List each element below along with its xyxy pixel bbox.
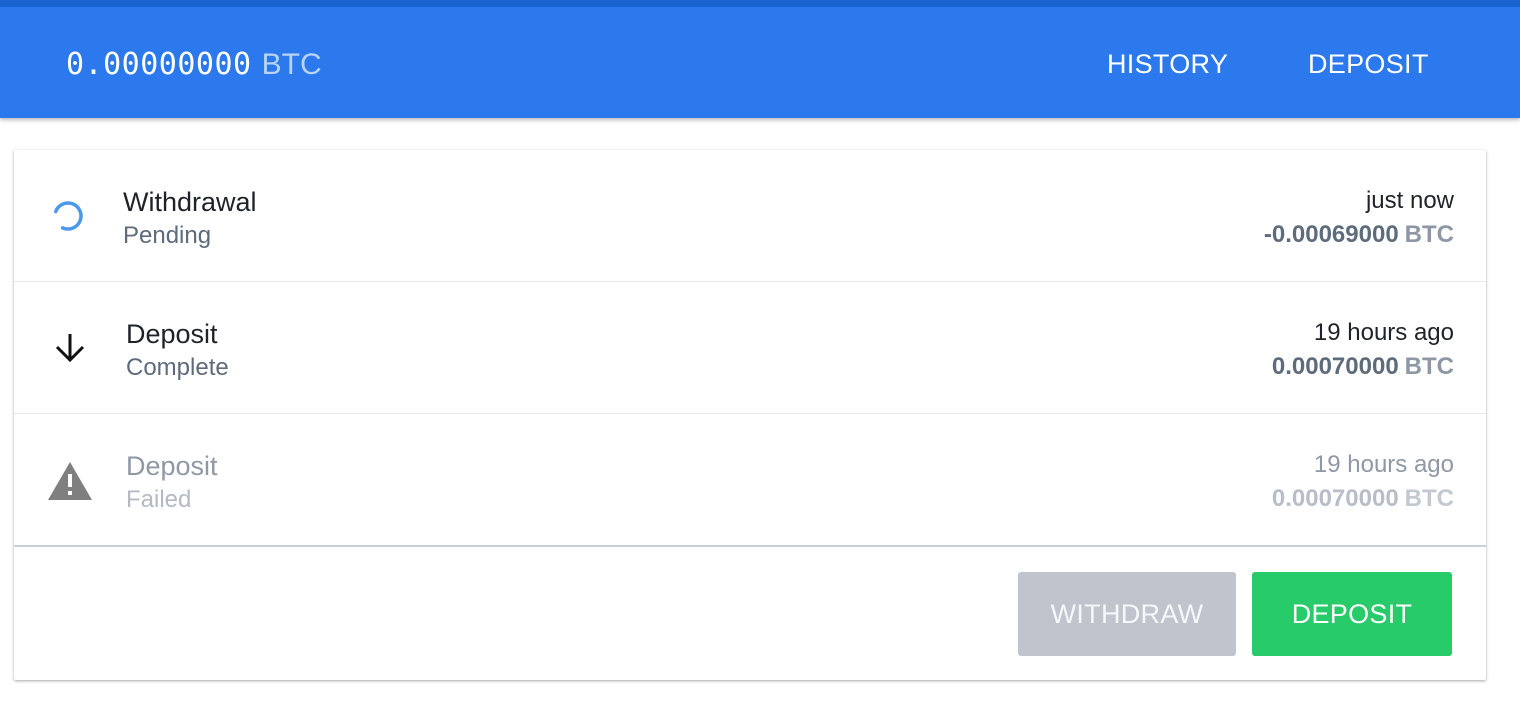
amount-value: 0.00070000 xyxy=(1271,485,1399,512)
amount-unit: BTC xyxy=(1404,485,1454,512)
transaction-time: 19 hours ago xyxy=(1313,451,1454,478)
withdraw-button[interactable]: WITHDRAW xyxy=(1018,572,1236,656)
transaction-row[interactable]: Deposit Complete 19 hours ago 0.00070000… xyxy=(14,282,1486,414)
transaction-row[interactable]: Deposit Failed 19 hours ago 0.00070000 BT… xyxy=(14,414,1486,547)
transaction-type: Withdrawal xyxy=(123,187,257,217)
transaction-type: Deposit xyxy=(126,451,218,481)
card-actions: WITHDRAW DEPOSIT xyxy=(14,547,1486,680)
warning-icon xyxy=(48,458,92,502)
transaction-amount: 0.00070000 BTC xyxy=(1272,484,1454,514)
transaction-time: 19 hours ago xyxy=(1313,319,1454,346)
wallet-balance: 0.00000000 BTC xyxy=(66,45,322,85)
transaction-row[interactable]: Withdrawal Pending just now -0.00069000 B… xyxy=(14,150,1486,282)
arrow-down-icon xyxy=(48,326,92,370)
nav-deposit-link[interactable]: DEPOSIT xyxy=(1308,47,1429,81)
balance-amount: 0.00000000 xyxy=(66,47,252,82)
top-app-bar: 0.00000000 BTC HISTORY DEPOSIT xyxy=(0,0,1520,118)
amount-value: 0.00070000 xyxy=(1271,353,1399,380)
amount-unit: BTC xyxy=(1404,353,1454,380)
transaction-status: Complete xyxy=(126,354,229,381)
amount-unit: BTC xyxy=(1404,221,1454,248)
transaction-status: Failed xyxy=(126,486,192,513)
transaction-status: Pending xyxy=(123,222,212,249)
balance-unit: BTC xyxy=(261,48,322,81)
transaction-amount: -0.00069000 BTC xyxy=(1264,220,1454,250)
spinner-icon xyxy=(48,194,92,238)
transaction-time: just now xyxy=(1365,187,1454,214)
nav-history-link[interactable]: HISTORY xyxy=(1107,47,1228,81)
deposit-button[interactable]: DEPOSIT xyxy=(1252,572,1452,656)
amount-value: -0.00069000 xyxy=(1263,221,1399,248)
transaction-type: Deposit xyxy=(126,319,218,349)
transactions-card: Withdrawal Pending just now -0.00069000 B… xyxy=(14,150,1486,680)
transaction-amount: 0.00070000 BTC xyxy=(1272,352,1454,382)
